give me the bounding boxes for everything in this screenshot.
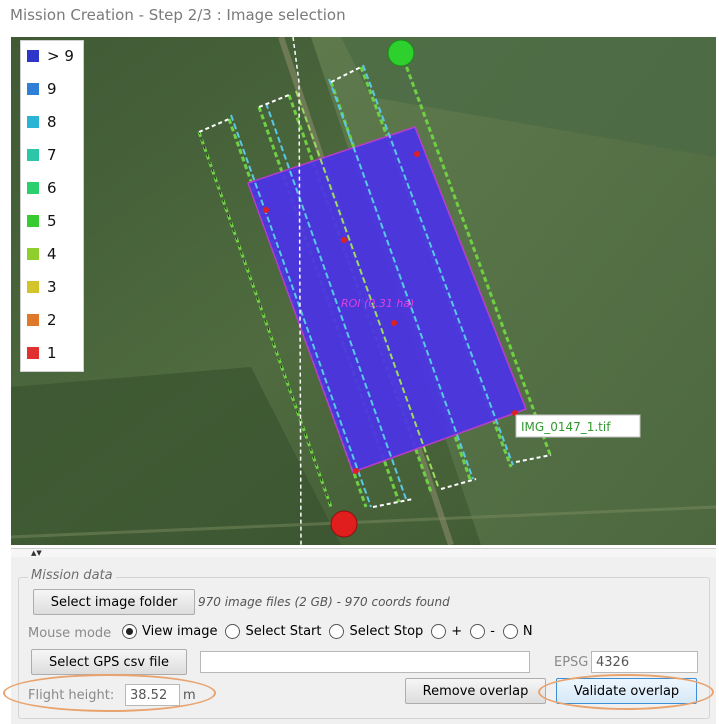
mouse-mode-label: Mouse mode bbox=[28, 626, 112, 641]
roi-label: ROI (0.31 ha) bbox=[341, 297, 414, 310]
gps-path-field[interactable] bbox=[200, 651, 530, 673]
radio-select-stop[interactable]: Select Stop bbox=[329, 624, 423, 639]
radio-circle[interactable] bbox=[329, 624, 345, 639]
legend-item: > 9 bbox=[27, 46, 74, 66]
legend-label: 6 bbox=[47, 179, 57, 197]
radio-label: N bbox=[522, 624, 533, 639]
legend-label: 9 bbox=[47, 80, 57, 98]
map-view[interactable]: ROI (0.31 ha) IMG_0147_1.tif bbox=[11, 37, 716, 545]
mission-data-label: Mission data bbox=[28, 568, 116, 583]
validate-overlap-highlight bbox=[538, 674, 714, 710]
radio-circle[interactable] bbox=[122, 624, 137, 639]
epsg-label: EPSG bbox=[554, 655, 589, 670]
legend-item: 1 bbox=[27, 343, 57, 363]
flight-height-highlight bbox=[3, 674, 216, 712]
legend-swatch bbox=[27, 215, 39, 227]
radio-label: View image bbox=[142, 624, 218, 639]
legend-swatch bbox=[27, 149, 39, 161]
radio-circle[interactable] bbox=[470, 624, 486, 639]
legend-label: 2 bbox=[47, 311, 57, 329]
legend-label: 4 bbox=[47, 245, 57, 263]
legend-swatch bbox=[27, 347, 39, 359]
remove-overlap-button[interactable]: Remove overlap bbox=[405, 678, 546, 704]
waypoint-dot bbox=[341, 237, 347, 243]
radio-circle[interactable] bbox=[225, 624, 241, 639]
mouse-mode-group: View image Select Start Select Stop + - … bbox=[122, 624, 541, 639]
start-marker[interactable] bbox=[387, 39, 415, 67]
select-gps-csv-button[interactable]: Select GPS csv file bbox=[31, 649, 187, 675]
legend-swatch bbox=[27, 50, 39, 62]
epsg-field[interactable] bbox=[591, 651, 698, 673]
legend-label: 7 bbox=[47, 146, 57, 164]
legend-item: 2 bbox=[27, 310, 57, 330]
select-image-folder-button[interactable]: Select image folder bbox=[33, 589, 195, 615]
radio-zoom-out[interactable]: - bbox=[470, 624, 495, 639]
legend-swatch bbox=[27, 248, 39, 260]
waypoint-dot bbox=[263, 207, 269, 213]
radio-zoom-in[interactable]: + bbox=[431, 624, 462, 639]
waypoint-dot bbox=[353, 468, 359, 474]
radio-circle[interactable] bbox=[431, 624, 447, 639]
legend-item: 8 bbox=[27, 112, 57, 132]
radio-circle[interactable] bbox=[502, 624, 518, 639]
radio-label: - bbox=[490, 624, 495, 639]
legend-item: 5 bbox=[27, 211, 57, 231]
radio-view-image[interactable]: View image bbox=[122, 624, 217, 639]
legend-item: 9 bbox=[27, 79, 57, 99]
waypoint-dot bbox=[391, 320, 397, 326]
stop-marker[interactable] bbox=[330, 510, 358, 538]
overlap-legend: > 9 9 8 7 6 5 4 3 2 1 bbox=[20, 40, 84, 372]
waypoint-dot bbox=[414, 151, 420, 157]
legend-label: 8 bbox=[47, 113, 57, 131]
image-tooltip: IMG_0147_1.tif bbox=[521, 420, 611, 434]
window-title: Mission Creation - Step 2/3 : Image sele… bbox=[10, 6, 346, 24]
map-canvas[interactable]: ROI (0.31 ha) IMG_0147_1.tif bbox=[11, 37, 716, 545]
legend-swatch bbox=[27, 314, 39, 326]
radio-label: + bbox=[451, 624, 463, 639]
radio-selected-dot bbox=[126, 628, 133, 635]
radio-label: Select Start bbox=[245, 624, 322, 639]
legend-item: 6 bbox=[27, 178, 57, 198]
radio-north[interactable]: N bbox=[502, 624, 533, 639]
legend-swatch bbox=[27, 182, 39, 194]
legend-item: 7 bbox=[27, 145, 57, 165]
legend-label: 3 bbox=[47, 278, 57, 296]
legend-label: 1 bbox=[47, 344, 57, 362]
legend-swatch bbox=[27, 281, 39, 293]
legend-item: 3 bbox=[27, 277, 57, 297]
radio-label: Select Stop bbox=[349, 624, 424, 639]
radio-select-start[interactable]: Select Start bbox=[225, 624, 321, 639]
folder-info: 970 image files (2 GB) - 970 coords foun… bbox=[198, 595, 450, 609]
legend-swatch bbox=[27, 116, 39, 128]
legend-label: 5 bbox=[47, 212, 57, 230]
splitter-arrows-icon[interactable]: ▲▼ bbox=[31, 549, 42, 557]
legend-label: > 9 bbox=[47, 47, 74, 65]
legend-swatch bbox=[27, 83, 39, 95]
panel-splitter[interactable]: ▲▼ bbox=[11, 548, 716, 557]
legend-item: 4 bbox=[27, 244, 57, 264]
